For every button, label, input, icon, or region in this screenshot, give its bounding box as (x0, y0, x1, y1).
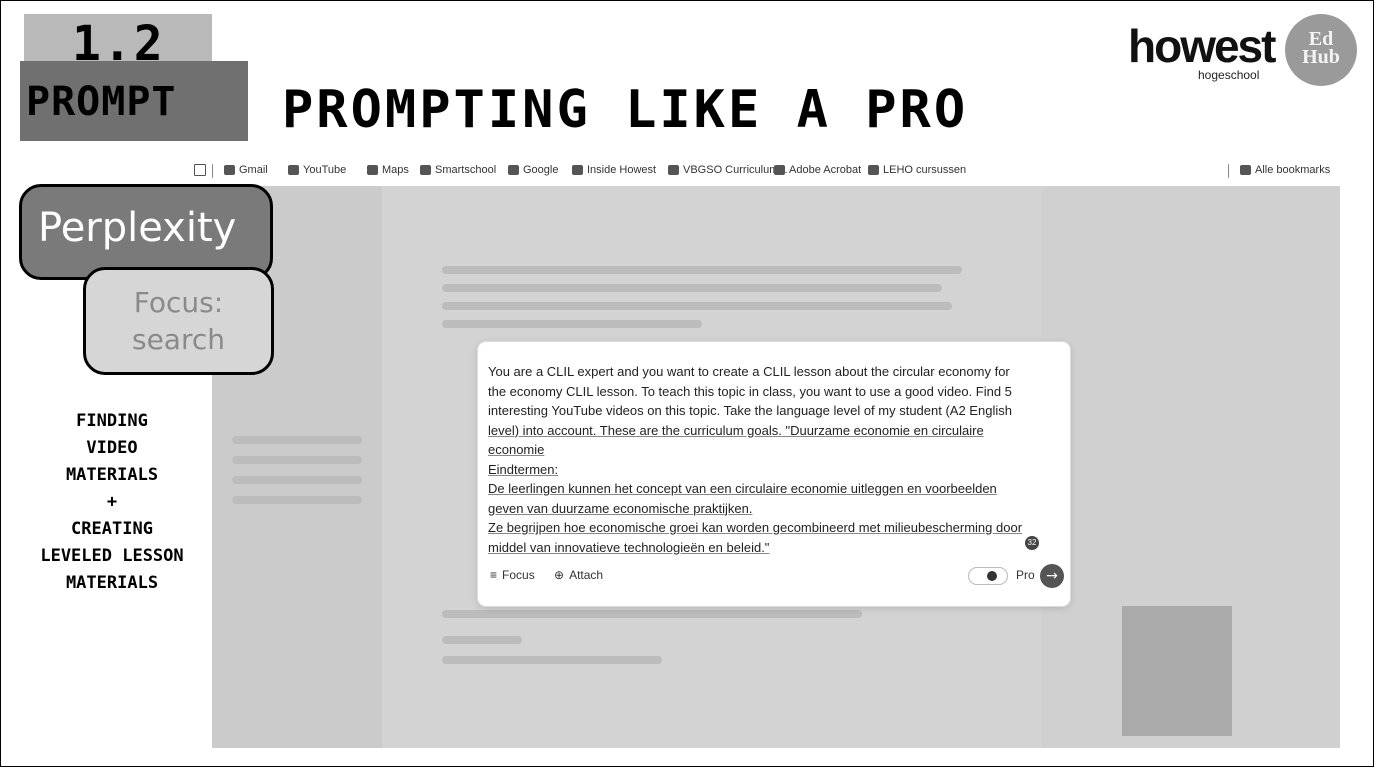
prompt-textarea[interactable]: You are a CLIL expert and you want to cr… (488, 362, 1046, 557)
prompt-toolbar: ≡ Focus ⊕ Attach Pro → (490, 564, 1064, 588)
folder-icon (868, 165, 879, 175)
gmail-icon (224, 165, 235, 175)
bookmark-gmail[interactable]: Gmail (224, 164, 268, 176)
focus-mode-label: Focus: search (83, 267, 274, 375)
prompt-line: Ze begrijpen hoe economische groei kan w… (488, 520, 1023, 535)
prompt-input-card[interactable]: You are a CLIL expert and you want to cr… (478, 342, 1070, 606)
acrobat-icon (774, 165, 785, 175)
side-line: + (106, 492, 118, 512)
app-name-label: Perplexity (19, 184, 273, 280)
prompt-line: level) into account. These are the curri… (488, 422, 984, 438)
youtube-icon (288, 165, 299, 175)
prompt-line: De leerlingen kunnen het concept van een… (488, 481, 997, 496)
bookmark-adobe-acrobat[interactable]: Adobe Acrobat (774, 164, 861, 176)
prompt-line: middel van innovatieve technologieën en … (488, 539, 770, 555)
arrow-right-icon: → (1046, 568, 1058, 584)
bookmark-maps[interactable]: Maps (367, 164, 409, 176)
side-line: CREATING (71, 519, 153, 539)
bookmark-google[interactable]: Google (508, 164, 558, 176)
edhub-logo: Ed Hub (1285, 14, 1357, 86)
vbgso-icon (668, 165, 679, 175)
focus-line-1: Focus: (133, 286, 224, 319)
focus-button[interactable]: ≡ Focus (490, 568, 535, 582)
bookmark-all[interactable]: Alle bookmarks (1240, 164, 1330, 176)
bookmarks-bar: Gmail YouTube Maps Smartschool Google In… (188, 160, 1340, 182)
prompt-line: You are a CLIL expert and you want to cr… (488, 364, 1010, 379)
blurred-qr-code (1122, 606, 1232, 736)
side-line: MATERIALS (65, 573, 159, 593)
google-icon (508, 165, 519, 175)
pro-toggle[interactable] (968, 567, 1008, 585)
pro-label: Pro (1016, 568, 1035, 582)
bookmark-separator (212, 164, 213, 178)
prompt-line: the economy CLIL lesson. To teach this t… (488, 383, 1012, 399)
prompt-line: economie (488, 442, 545, 457)
plus-circle-icon: ⊕ (554, 568, 565, 582)
prompt-line: Eindtermen: (488, 461, 559, 477)
side-description: FINDING VIDEO MATERIALS + CREATING LEVEL… (2, 408, 222, 597)
slide-title: PROMPTING LIKE A PRO (282, 80, 969, 140)
bookmark-vbgso-curriculum[interactable]: VBGSO Curriculum... (668, 164, 788, 176)
side-line: LEVELED LESSON (40, 546, 184, 566)
section-word: PROMPT (26, 79, 177, 125)
section-word-badge: PROMPT (20, 61, 248, 141)
spelling-count-badge[interactable]: 32 (1025, 536, 1039, 550)
app-name-text: Perplexity (38, 205, 237, 251)
submit-arrow-button[interactable]: → (1040, 564, 1064, 588)
apps-grid-icon[interactable] (194, 164, 206, 176)
smartschool-icon (420, 165, 431, 175)
bookmark-separator (1228, 164, 1229, 178)
toggle-knob-icon (987, 571, 997, 581)
filter-icon: ≡ (490, 568, 498, 582)
focus-button-label: Focus (502, 568, 535, 582)
maps-icon (367, 165, 378, 175)
howest-icon (572, 165, 583, 175)
prompt-line: interesting YouTube videos on this topic… (488, 403, 1012, 418)
bookmark-inside-howest[interactable]: Inside Howest (572, 164, 656, 176)
bookmark-leho-cursussen[interactable]: LEHO cursussen (868, 164, 966, 176)
bookmark-youtube[interactable]: YouTube (288, 164, 346, 176)
side-line: MATERIALS (65, 465, 159, 485)
bookmark-smartschool[interactable]: Smartschool (420, 164, 496, 176)
side-line: VIDEO (86, 438, 138, 458)
attach-button[interactable]: ⊕ Attach (554, 568, 603, 582)
edhub-logo-text: Ed Hub (1302, 28, 1340, 68)
howest-logo-word: howest (1128, 20, 1276, 72)
side-line: FINDING (76, 411, 148, 431)
attach-button-label: Attach (569, 568, 604, 582)
folder-icon (1240, 165, 1251, 175)
howest-logo: howest hogeschool (1128, 20, 1276, 82)
prompt-line: geven van duurzame economische praktijke… (488, 500, 753, 516)
focus-line-2: search (131, 323, 225, 356)
